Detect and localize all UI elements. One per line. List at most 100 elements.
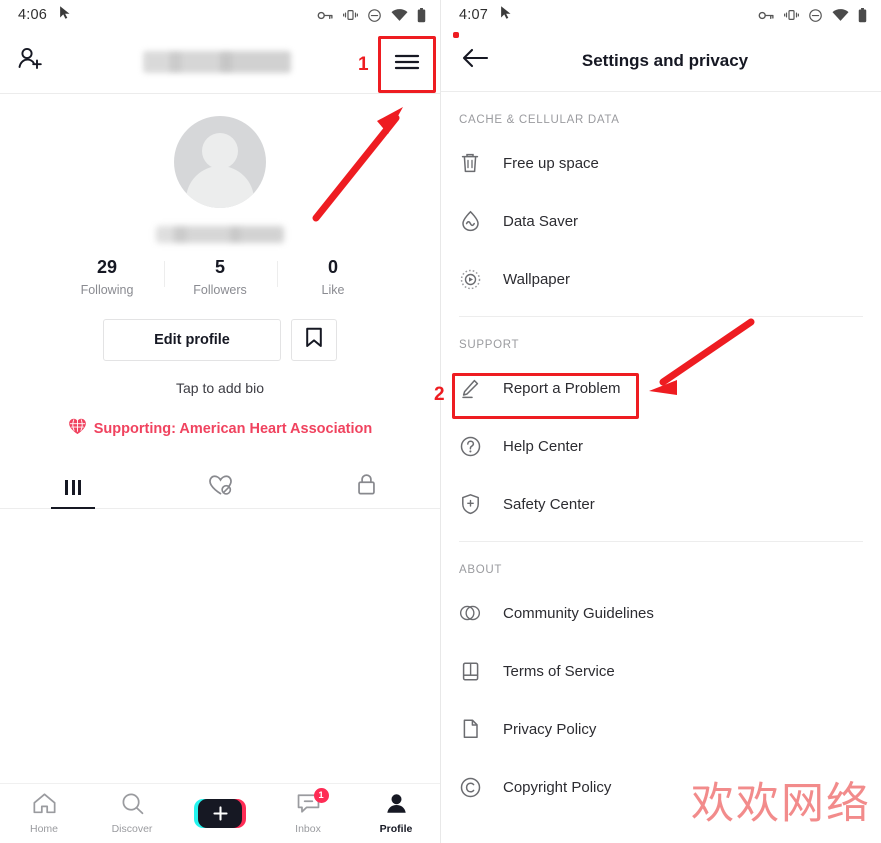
nav-inbox[interactable]: 1 Inbox: [264, 788, 352, 835]
profile-top-bar: [0, 30, 440, 94]
add-person-icon[interactable]: [16, 45, 44, 78]
trash-icon: [459, 152, 481, 174]
vpn-key-icon: [317, 9, 334, 22]
tab-posts[interactable]: [0, 466, 147, 508]
step-1-number: 1: [358, 54, 369, 75]
hamburger-menu-icon: [390, 45, 424, 79]
do-not-disturb-icon: [808, 8, 823, 23]
hamburger-menu-button[interactable]: [390, 45, 424, 79]
stat-value: 5: [214, 257, 225, 277]
settings-list: CACHE & CELLULAR DATA Free up space Data…: [441, 92, 881, 816]
cursor-pointer-icon: [57, 5, 72, 25]
copyright-icon: [459, 777, 481, 798]
heart-globe-icon: [68, 417, 87, 440]
vibrate-icon: [343, 8, 358, 22]
settings-item-wallpaper[interactable]: Wallpaper: [441, 250, 881, 308]
settings-item-label: Privacy Policy: [503, 720, 597, 738]
supporting-label: Supporting: American Heart Association: [93, 420, 373, 437]
stat-likes[interactable]: 0 Like: [276, 257, 390, 297]
settings-item-label: Free up space: [503, 154, 599, 172]
bookmark-icon: [305, 327, 323, 353]
settings-item-label: Data Saver: [503, 212, 579, 230]
stat-following[interactable]: 29 Following: [51, 257, 164, 297]
dual-screenshot: 4:06 29 Following 5 Followers 0 Like Edi…: [0, 0, 881, 843]
nav-home[interactable]: Home: [0, 792, 88, 835]
settings-item-terms-of-service[interactable]: Terms of Service: [441, 642, 881, 700]
shield-plus-icon: [459, 493, 481, 515]
profile-stats: 29 Following 5 Followers 0 Like: [0, 257, 440, 297]
liked-hidden-icon: [208, 474, 233, 501]
private-lock-icon: [356, 473, 377, 501]
question-circle-icon: [459, 436, 481, 457]
stat-label: Like: [321, 283, 345, 297]
settings-item-data-saver[interactable]: Data Saver: [441, 192, 881, 250]
settings-item-label: Terms of Service: [503, 662, 615, 680]
wifi-icon: [391, 8, 408, 22]
status-time: 4:07: [459, 7, 489, 23]
settings-item-label: Wallpaper: [503, 270, 570, 288]
settings-item-safety-center[interactable]: Safety Center: [441, 475, 881, 533]
section-header-about: ABOUT: [459, 564, 503, 576]
cursor-pointer-icon: [498, 5, 513, 25]
home-icon: [32, 792, 57, 820]
nav-label: Discover: [111, 823, 153, 835]
status-bar-left: 4:06: [0, 0, 440, 30]
wallpaper-play-icon: [459, 269, 481, 290]
page-title: Settings and privacy: [581, 50, 749, 70]
stat-value: 0: [327, 257, 338, 277]
profile-screen: 4:06 29 Following 5 Followers 0 Like Edi…: [0, 0, 441, 843]
book-icon: [459, 661, 481, 682]
settings-item-label: Help Center: [503, 437, 584, 455]
nav-label: Profile: [379, 823, 413, 835]
settings-item-community-guidelines[interactable]: Community Guidelines: [441, 584, 881, 642]
step-2-number: 2: [434, 384, 445, 405]
data-saver-drop-icon: [459, 210, 481, 232]
create-plus-icon: [194, 799, 246, 828]
profile-tabs: [0, 466, 440, 509]
settings-top-bar: Settings and privacy: [441, 30, 881, 92]
supporting-link[interactable]: Supporting: American Heart Association: [0, 417, 440, 440]
avatar[interactable]: [174, 116, 266, 208]
nav-label: Home: [29, 823, 58, 835]
stat-followers[interactable]: 5 Followers: [163, 257, 277, 297]
grid-posts-icon: [65, 479, 82, 495]
nav-profile[interactable]: Profile: [352, 792, 440, 835]
settings-item-help-center[interactable]: Help Center: [441, 417, 881, 475]
nav-label: Inbox: [295, 823, 321, 835]
tab-liked[interactable]: [147, 466, 294, 508]
vibrate-icon: [784, 8, 799, 22]
handle-blurred: [156, 226, 284, 243]
settings-item-label: Copyright Policy: [503, 778, 612, 796]
nav-discover[interactable]: Discover: [88, 792, 176, 835]
nav-create[interactable]: [176, 799, 264, 828]
settings-item-label: Safety Center: [503, 495, 595, 513]
profile-actions: Edit profile: [0, 319, 440, 361]
stat-value: 29: [96, 257, 118, 277]
settings-screen: 4:07 Settings and privacy CACHE & CELLUL…: [434, 0, 881, 843]
search-icon: [120, 792, 145, 820]
inbox-badge: 1: [313, 788, 329, 803]
edit-profile-button[interactable]: Edit profile: [103, 319, 281, 361]
vpn-key-icon: [758, 9, 775, 22]
bottom-navigation: Home Discover 1 Inbox Profile: [0, 783, 440, 843]
stat-label: Following: [80, 283, 134, 297]
arrow-to-hamburger: [312, 107, 403, 222]
two-circles-icon: [459, 604, 481, 622]
battery-icon: [858, 7, 867, 23]
do-not-disturb-icon: [367, 8, 382, 23]
bookmark-button[interactable]: [291, 319, 337, 361]
bio-placeholder[interactable]: Tap to add bio: [0, 380, 440, 396]
battery-icon: [417, 7, 426, 23]
document-icon: [459, 718, 481, 740]
username-blurred: [143, 51, 292, 73]
settings-item-label: Community Guidelines: [503, 604, 654, 622]
settings-item-report-a-problem[interactable]: Report a Problem: [441, 359, 881, 417]
settings-item-privacy-policy[interactable]: Privacy Policy: [441, 700, 881, 758]
stat-label: Followers: [193, 283, 247, 297]
settings-item-free-up-space[interactable]: Free up space: [441, 134, 881, 192]
status-bar-right: 4:07: [441, 0, 881, 30]
inbox-icon: 1: [296, 788, 329, 820]
watermark: 欢欢网络: [691, 779, 871, 829]
tab-private[interactable]: [293, 466, 440, 508]
status-time: 4:06: [18, 7, 48, 23]
